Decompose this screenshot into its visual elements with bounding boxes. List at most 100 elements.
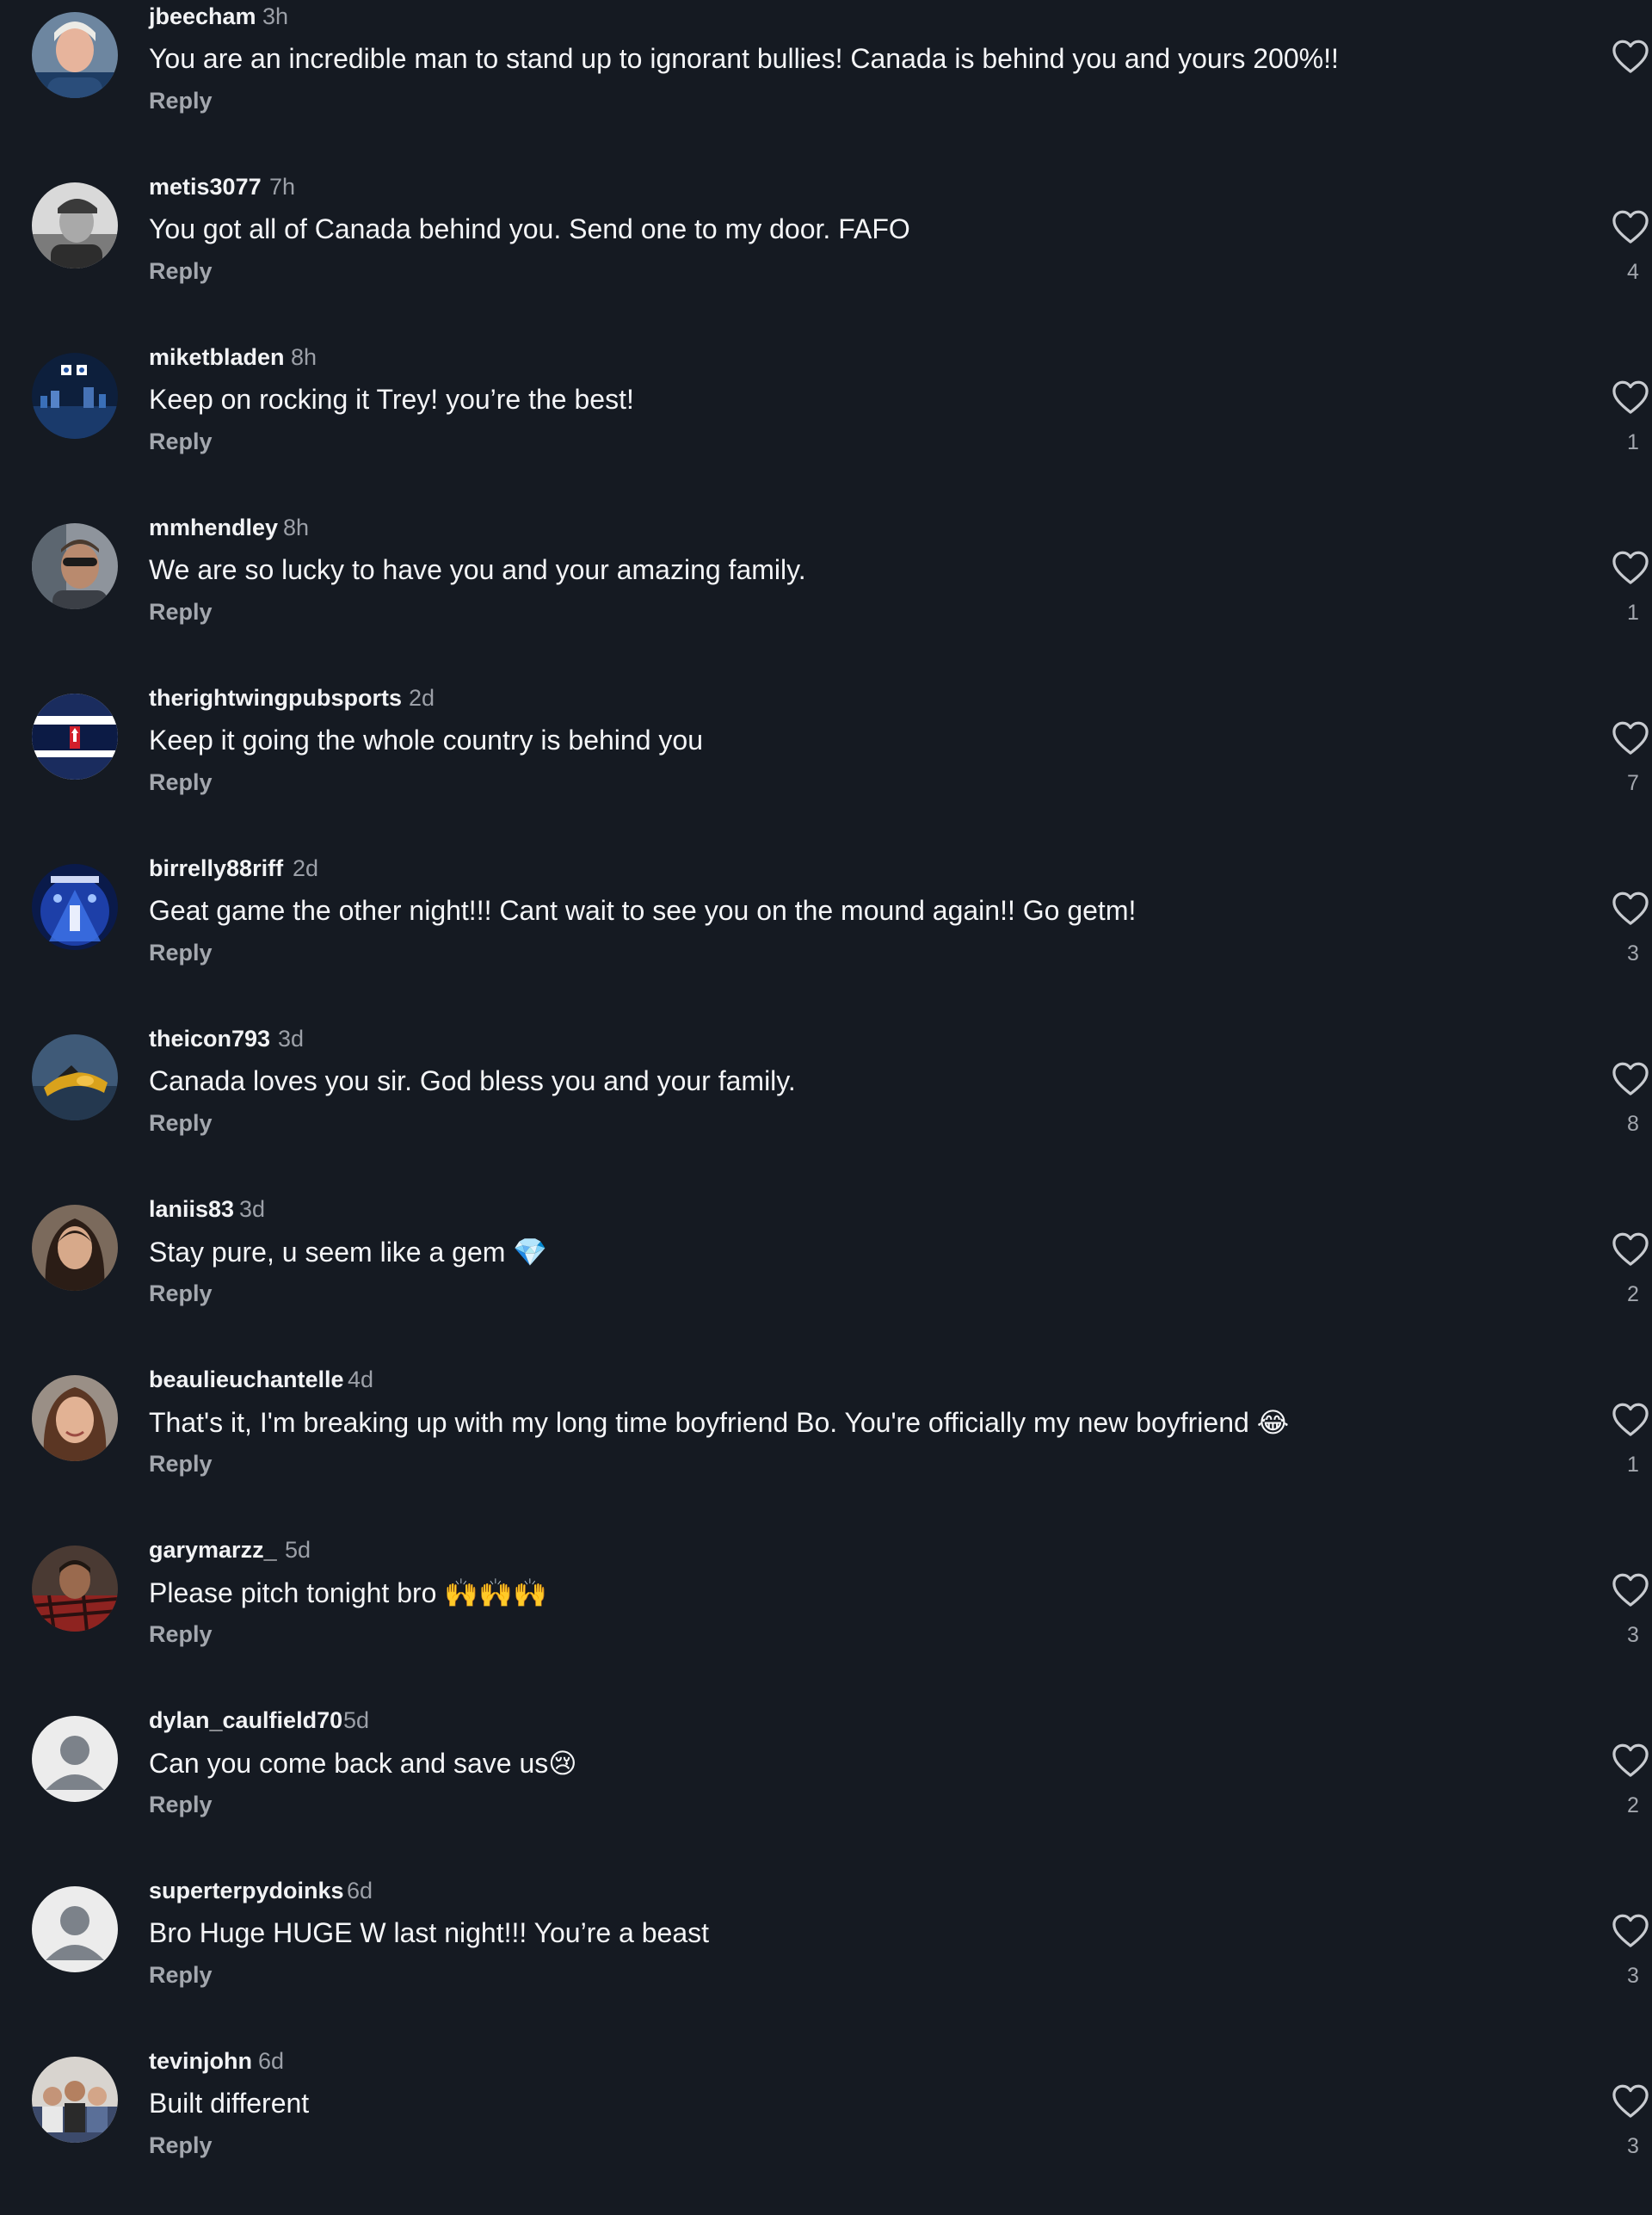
reply-button[interactable]: Reply bbox=[149, 1110, 213, 1137]
default-user-icon bbox=[32, 1716, 118, 1802]
comment-item: therightwingpubsports 2d Keep it going t… bbox=[0, 682, 1652, 852]
reply-button[interactable]: Reply bbox=[149, 88, 213, 114]
comment-username[interactable]: metis3077 bbox=[149, 174, 262, 201]
avatar[interactable] bbox=[32, 694, 118, 780]
like-count: 8 bbox=[1627, 1112, 1639, 1136]
comment-item: laniis83 3d Stay pure, u seem like a gem… bbox=[0, 1193, 1652, 1363]
comment-item: superterpydoinks 6d Bro Huge HUGE W last… bbox=[0, 1874, 1652, 2045]
heart-icon bbox=[1612, 1062, 1649, 1095]
like-button[interactable] bbox=[1611, 1912, 1652, 1952]
avatar[interactable] bbox=[32, 353, 118, 439]
comment-text: Keep on rocking it Trey! you’re the best… bbox=[149, 384, 634, 415]
heart-icon bbox=[1612, 1403, 1649, 1436]
comment-username[interactable]: tevinjohn bbox=[149, 2048, 252, 2075]
comment-username[interactable]: therightwingpubsports bbox=[149, 685, 402, 712]
reply-button[interactable]: Reply bbox=[149, 769, 213, 796]
like-button[interactable] bbox=[1611, 1060, 1652, 1100]
avatar[interactable] bbox=[32, 12, 118, 98]
avatar[interactable] bbox=[32, 182, 118, 268]
comment-timestamp: 3d bbox=[239, 1196, 266, 1222]
comment-timestamp: 4d bbox=[348, 1367, 374, 1392]
comment-timestamp: 2d bbox=[293, 855, 319, 881]
avatar[interactable] bbox=[32, 523, 118, 609]
avatar[interactable] bbox=[32, 864, 118, 950]
comment-text: Stay pure, u seem like a gem 💎 bbox=[149, 1237, 548, 1268]
like-button[interactable] bbox=[1611, 719, 1652, 759]
comment-username[interactable]: theicon793 bbox=[149, 1026, 270, 1052]
comment-item: theicon793 3d Canada loves you sir. God … bbox=[0, 1022, 1652, 1193]
heart-icon bbox=[1612, 1573, 1649, 1607]
heart-icon bbox=[1612, 1914, 1649, 1947]
reply-button[interactable]: Reply bbox=[149, 1621, 213, 1648]
heart-icon bbox=[1612, 1232, 1649, 1266]
like-button[interactable] bbox=[1611, 1231, 1652, 1270]
comment-text: You got all of Canada behind you. Send o… bbox=[149, 213, 910, 244]
like-button[interactable] bbox=[1611, 549, 1652, 589]
like-button[interactable] bbox=[1611, 208, 1652, 248]
reply-button[interactable]: Reply bbox=[149, 1451, 213, 1478]
comment-username[interactable]: mmhendley bbox=[149, 515, 278, 541]
heart-icon bbox=[1612, 40, 1649, 73]
comment-text: We are so lucky to have you and your ama… bbox=[149, 554, 806, 585]
comment-item: beaulieuchantelle 4d That's it, I'm brea… bbox=[0, 1363, 1652, 1533]
comment-username[interactable]: garymarzz_ bbox=[149, 1537, 277, 1564]
comment-username[interactable]: miketbladen bbox=[149, 344, 285, 371]
comment-item: birrelly88riff 2d Geat game the other ni… bbox=[0, 852, 1652, 1022]
avatar[interactable] bbox=[32, 1886, 118, 1972]
comment-username[interactable]: laniis83 bbox=[149, 1196, 234, 1223]
comment-text: Canada loves you sir. God bless you and … bbox=[149, 1065, 796, 1096]
comment-text: Built different bbox=[149, 2088, 310, 2119]
like-button[interactable] bbox=[1611, 1742, 1652, 1781]
like-button[interactable] bbox=[1611, 379, 1652, 418]
reply-button[interactable]: Reply bbox=[149, 1792, 213, 1818]
like-button[interactable] bbox=[1611, 2082, 1652, 2122]
like-count: 1 bbox=[1627, 601, 1639, 625]
avatar[interactable] bbox=[32, 1205, 118, 1291]
like-count: 3 bbox=[1627, 1623, 1639, 1647]
like-count: 2 bbox=[1627, 1282, 1639, 1306]
reply-button[interactable]: Reply bbox=[149, 599, 213, 626]
comment-item: miketbladen 8h Keep on rocking it Trey! … bbox=[0, 341, 1652, 511]
reply-button[interactable]: Reply bbox=[149, 1280, 213, 1307]
reply-button[interactable]: Reply bbox=[149, 940, 213, 966]
reply-button[interactable]: Reply bbox=[149, 1962, 213, 1989]
like-count: 4 bbox=[1627, 260, 1639, 284]
comment-list: jbeecham 3h You are an incredible man to… bbox=[0, 0, 1652, 2189]
comment-timestamp: 5d bbox=[285, 1537, 311, 1563]
reply-button[interactable]: Reply bbox=[149, 429, 213, 455]
heart-icon bbox=[1612, 380, 1649, 414]
comment-item: dylan_caulfield70 5d Can you come back a… bbox=[0, 1704, 1652, 1874]
avatar[interactable] bbox=[32, 1716, 118, 1802]
heart-icon bbox=[1612, 721, 1649, 755]
like-count: 7 bbox=[1627, 771, 1639, 795]
like-button[interactable] bbox=[1611, 1401, 1652, 1441]
like-button[interactable] bbox=[1611, 890, 1652, 929]
avatar[interactable] bbox=[32, 1546, 118, 1632]
reply-button[interactable]: Reply bbox=[149, 258, 213, 285]
heart-icon bbox=[1612, 1743, 1649, 1777]
heart-icon bbox=[1612, 2084, 1649, 2118]
avatar[interactable] bbox=[32, 1375, 118, 1461]
default-user-icon bbox=[32, 1886, 118, 1972]
comment-timestamp: 3h bbox=[262, 3, 289, 29]
comment-timestamp: 8h bbox=[283, 515, 310, 540]
like-count: 3 bbox=[1627, 1964, 1639, 1988]
comment-text: Can you come back and save us😢 bbox=[149, 1748, 577, 1779]
like-button[interactable] bbox=[1611, 1571, 1652, 1611]
comment-timestamp: 5d bbox=[343, 1707, 370, 1733]
comment-username[interactable]: beaulieuchantelle bbox=[149, 1367, 344, 1393]
avatar[interactable] bbox=[32, 1034, 118, 1120]
comment-username[interactable]: birrelly88riff bbox=[149, 855, 283, 882]
comment-item: garymarzz_ 5d Please pitch tonight bro 🙌… bbox=[0, 1533, 1652, 1704]
comment-text: Bro Huge HUGE W last night!!! You’re a b… bbox=[149, 1917, 709, 1948]
comment-username[interactable]: dylan_caulfield70 bbox=[149, 1707, 342, 1734]
reply-button[interactable]: Reply bbox=[149, 2132, 213, 2159]
comment-timestamp: 6d bbox=[258, 2048, 285, 2074]
comment-timestamp: 6d bbox=[347, 1878, 373, 1903]
comment-username[interactable]: jbeecham bbox=[149, 3, 256, 30]
avatar[interactable] bbox=[32, 2057, 118, 2143]
like-button[interactable] bbox=[1611, 38, 1652, 77]
comment-item: tevinjohn 6d Built different Reply 3 bbox=[0, 2045, 1652, 2215]
comment-username[interactable]: superterpydoinks bbox=[149, 1878, 344, 1904]
comment-text: You are an incredible man to stand up to… bbox=[149, 43, 1339, 74]
